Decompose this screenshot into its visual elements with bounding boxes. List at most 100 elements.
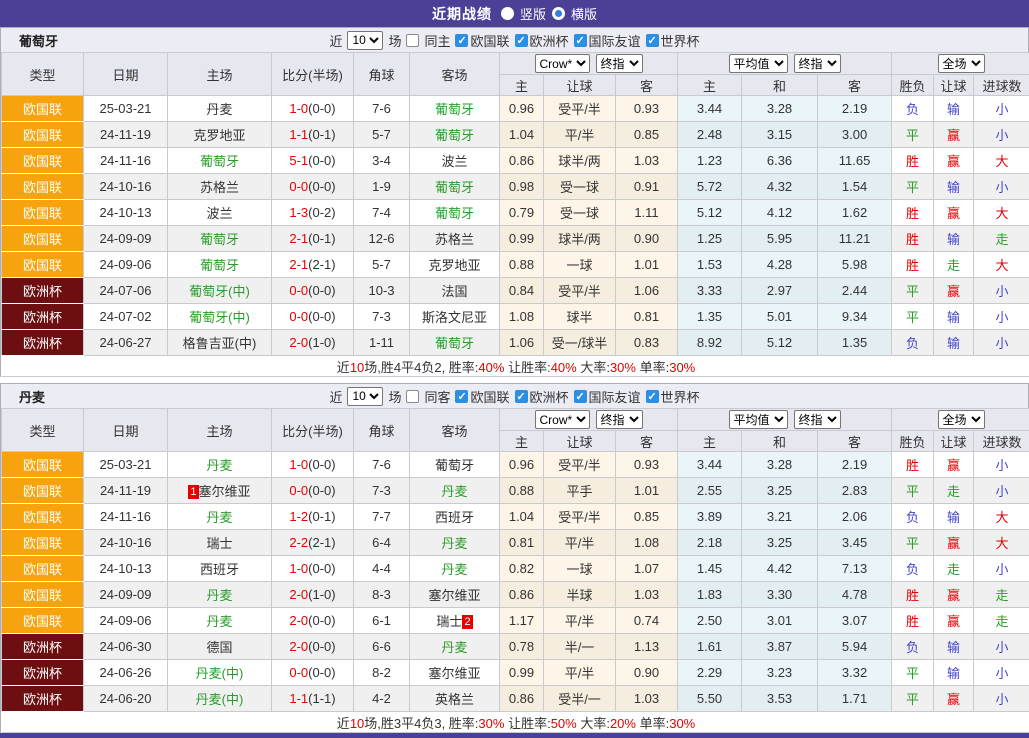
recent-count-select[interactable]: 10 (347, 387, 383, 406)
match-date: 24-07-02 (84, 304, 168, 330)
nations-league-checkbox[interactable] (455, 390, 468, 403)
competition-badge: 欧国联 (2, 226, 84, 252)
avg-odds-select[interactable]: 平均值 (729, 410, 788, 429)
score: 2-1(0-1) (272, 226, 354, 252)
handicap-line: 平/半 (544, 608, 616, 634)
summary-segment: 20% (610, 716, 636, 731)
avg-final-odds-select[interactable]: 终指 (794, 410, 841, 429)
handicap-line: 半球 (544, 582, 616, 608)
fulltime-score: 1-0 (289, 561, 308, 576)
full-match-select[interactable]: 全场 (938, 410, 985, 429)
score: 1-0(0-0) (272, 452, 354, 478)
match-date: 25-03-21 (84, 452, 168, 478)
odds-provider-select[interactable]: Crow* (535, 54, 590, 73)
avg-home-odds: 5.12 (678, 200, 742, 226)
fulltime-score: 2-2 (289, 535, 308, 550)
fulltime-score: 1-1 (289, 691, 308, 706)
team-name: 葡萄牙 (435, 336, 474, 351)
same-venue-checkbox[interactable] (406, 390, 419, 403)
score: 1-0(0-0) (272, 96, 354, 122)
layout-toggle: 竖版 横版 (501, 4, 597, 23)
result-handicap: 赢 (934, 582, 974, 608)
full-match-select[interactable]: 全场 (938, 54, 985, 73)
final-odds-select[interactable]: 终指 (596, 410, 643, 429)
result-goals: 小 (974, 556, 1029, 582)
summary-row: 近10场,胜4平4负2, 胜率:40% 让胜率:40% 大率:30% 单率:30… (2, 356, 1029, 377)
result-goals: 小 (974, 174, 1029, 200)
result-handicap: 输 (934, 226, 974, 252)
handicap-line: 受平/半 (544, 278, 616, 304)
summary-segment: 近 (337, 716, 350, 731)
friendly-checkbox[interactable] (574, 34, 587, 47)
team-name: 葡萄牙 (435, 102, 474, 117)
handicap-home-odds: 0.99 (500, 660, 544, 686)
home-team: 波兰 (168, 200, 272, 226)
competition-badge: 欧国联 (2, 504, 84, 530)
nations-league-checkbox[interactable] (455, 34, 468, 47)
home-team: 葡萄牙 (168, 252, 272, 278)
avg-odds-select[interactable]: 平均值 (729, 54, 788, 73)
avg-home-odds: 1.83 (678, 582, 742, 608)
handicap-away-odds: 1.01 (616, 252, 678, 278)
result-goals: 小 (974, 634, 1029, 660)
same-venue-checkbox[interactable] (406, 34, 419, 47)
handicap-line: 受平/半 (544, 96, 616, 122)
halftime-score: (2-1) (308, 257, 335, 272)
handicap-away-odds: 1.03 (616, 686, 678, 712)
handicap-away-odds: 0.91 (616, 174, 678, 200)
home-team: 丹麦 (168, 452, 272, 478)
halftime-score: (0-2) (308, 205, 335, 220)
world-cup-checkbox[interactable] (646, 390, 659, 403)
avg-away-odds: 11.65 (818, 148, 892, 174)
team-name: 葡萄牙 (200, 258, 239, 273)
handicap-away-odds: 1.11 (616, 200, 678, 226)
avg-away-odds: 7.13 (818, 556, 892, 582)
vertical-layout-radio[interactable] (501, 7, 514, 20)
sub-header-outcome: 胜负 (892, 431, 934, 452)
summary-segment: 单率: (636, 360, 669, 375)
handicap-odds-group: Crow* 终指 (500, 53, 678, 75)
away-team: 克罗地亚 (410, 252, 500, 278)
handicap-away-odds: 0.93 (616, 452, 678, 478)
team-name: 丹麦 (206, 614, 232, 629)
final-odds-select[interactable]: 终指 (596, 54, 643, 73)
world-cup-checkbox[interactable] (646, 34, 659, 47)
result-goals: 小 (974, 330, 1029, 356)
result-handicap: 赢 (934, 686, 974, 712)
col-header-date: 日期 (84, 53, 168, 96)
away-team: 法国 (410, 278, 500, 304)
summary-segment: 10 (350, 716, 364, 731)
friendly-checkbox[interactable] (574, 390, 587, 403)
handicap-line: 一球 (544, 556, 616, 582)
handicap-away-odds: 0.85 (616, 122, 678, 148)
match-date: 24-07-06 (84, 278, 168, 304)
handicap-away-odds: 0.93 (616, 96, 678, 122)
result-goals: 大 (974, 200, 1029, 226)
euro-cup-checkbox[interactable] (515, 34, 528, 47)
average-odds-group: 平均值终指 (678, 53, 892, 75)
halftime-score: (0-0) (308, 561, 335, 576)
match-date: 25-03-21 (84, 96, 168, 122)
handicap-home-odds: 0.84 (500, 278, 544, 304)
odds-provider-select[interactable]: Crow* (535, 410, 590, 429)
avg-final-odds-select[interactable]: 终指 (794, 54, 841, 73)
home-team: 丹麦 (168, 582, 272, 608)
avg-draw-odds: 4.28 (742, 252, 818, 278)
col-header-home: 主场 (168, 53, 272, 96)
euro-cup-checkbox[interactable] (515, 390, 528, 403)
corner-count: 1-11 (354, 330, 410, 356)
avg-home-odds: 1.45 (678, 556, 742, 582)
team-name: 英格兰 (435, 692, 474, 707)
sub-header-home-odds: 主 (500, 431, 544, 452)
horizontal-layout-radio[interactable] (552, 7, 565, 20)
match-date: 24-06-27 (84, 330, 168, 356)
recent-count-select[interactable]: 10 (347, 31, 383, 50)
competition-badge: 欧洲杯 (2, 686, 84, 712)
avg-draw-odds: 3.28 (742, 452, 818, 478)
team-name: 丹麦(中) (196, 666, 244, 681)
handicap-line: 一球 (544, 252, 616, 278)
summary-segment: 40% (478, 360, 504, 375)
corner-count: 4-4 (354, 556, 410, 582)
result-goals: 小 (974, 304, 1029, 330)
avg-draw-odds: 3.01 (742, 608, 818, 634)
